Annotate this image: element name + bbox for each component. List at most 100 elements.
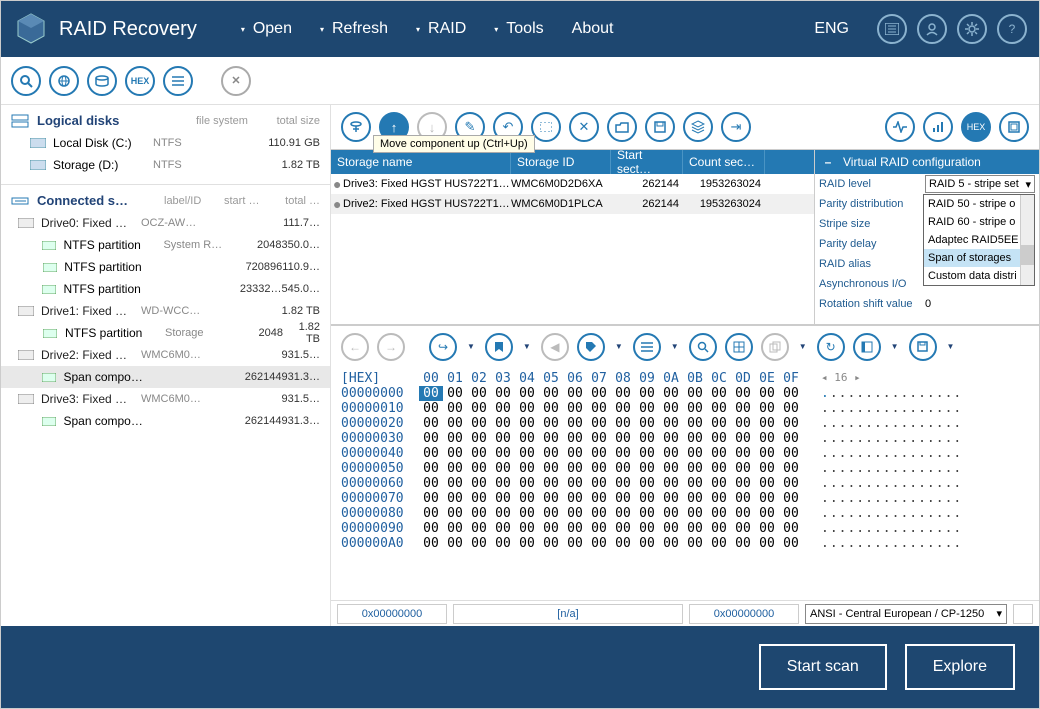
globe-icon[interactable] (49, 66, 79, 96)
dropdown-option[interactable]: Custom data distri (924, 267, 1034, 285)
close-icon[interactable]: ✕ (221, 66, 251, 96)
col-storage-name[interactable]: Storage name (331, 150, 511, 174)
partition-row[interactable]: NTFS partition23332…545.0… (1, 278, 330, 300)
drop-icon[interactable]: ▼ (521, 342, 533, 351)
save-icon[interactable] (645, 112, 675, 142)
hex-col[interactable]: 0C (707, 371, 731, 386)
hex-line[interactable]: 0000009000000000000000000000000000000000… (341, 521, 1029, 536)
hex-col[interactable]: 02 (467, 371, 491, 386)
help-icon[interactable]: ? (997, 14, 1027, 44)
storage-icon[interactable] (87, 66, 117, 96)
hex-col[interactable]: 0F (779, 371, 803, 386)
back-icon[interactable]: ← (341, 333, 369, 361)
hex-col[interactable]: 08 (611, 371, 635, 386)
drive-row[interactable]: Drive1: Fixed …WD-WCC…1.82 TB (1, 300, 330, 322)
hex-line[interactable]: 0000003000000000000000000000000000000000… (341, 431, 1029, 446)
hex-col[interactable]: 00 (419, 371, 443, 386)
hex-col[interactable]: 0A (659, 371, 683, 386)
activity-icon[interactable] (885, 112, 915, 142)
drive-row[interactable]: Drive2: Fixed …WMC6M0…931.5… (1, 344, 330, 366)
partition-row[interactable]: Span compo…262144931.3… (1, 366, 330, 388)
col-start-sector[interactable]: Start sect… (611, 150, 683, 174)
menu-tools[interactable]: ▾Tools (494, 20, 543, 38)
drop-icon[interactable]: ▼ (613, 342, 625, 351)
tag-icon[interactable] (577, 333, 605, 361)
hex-line[interactable]: 0000000000000000000000000000000000000000… (341, 386, 1029, 401)
logical-disk-row[interactable]: Storage (D:)NTFS1.82 TB (1, 154, 330, 176)
hex-extra-button[interactable] (1013, 604, 1033, 624)
menu-refresh[interactable]: ▾Refresh (320, 20, 388, 38)
dropdown-option[interactable]: Span of storages (924, 249, 1034, 267)
panel-icon[interactable] (877, 14, 907, 44)
forward-icon[interactable]: → (377, 333, 405, 361)
col-storage-id[interactable]: Storage ID (511, 150, 611, 174)
partition-row[interactable]: NTFS partitionSystem R…2048350.0… (1, 234, 330, 256)
storage-row[interactable]: ●Drive2: Fixed HGST HUS722T1…WMC6M0D1PLC… (331, 194, 814, 214)
hex-col[interactable]: 01 (443, 371, 467, 386)
layers-icon[interactable] (683, 112, 713, 142)
hex-col[interactable]: 05 (539, 371, 563, 386)
hex-col[interactable]: 0E (755, 371, 779, 386)
hex-width-control[interactable]: ◂ 16 ▸ (821, 371, 861, 386)
reload-icon[interactable]: ↻ (817, 333, 845, 361)
hex-col[interactable]: 07 (587, 371, 611, 386)
hex-viewer[interactable]: [HEX] 000102030405060708090A0B0C0D0E0F ◂… (331, 367, 1039, 600)
bookmark-icon[interactable] (485, 333, 513, 361)
drive-row[interactable]: Drive0: Fixed …OCZ-AW…111.7… (1, 212, 330, 234)
menu-about[interactable]: About (572, 20, 614, 38)
chart-icon[interactable] (923, 112, 953, 142)
raid-level-dropdown[interactable]: RAID 5 - stripe set▾ (925, 175, 1035, 193)
add-storage-icon[interactable] (341, 112, 371, 142)
placeholder-icon[interactable] (531, 112, 561, 142)
raid-level-dropdown-list[interactable]: RAID 50 - stripe oRAID 60 - stripe oAdap… (923, 194, 1035, 286)
logical-disk-row[interactable]: Local Disk (C:)NTFS110.91 GB (1, 132, 330, 154)
hex-offset2-field[interactable]: 0x00000000 (689, 604, 799, 624)
dropdown-option[interactable]: Adaptec RAID5EE (924, 231, 1034, 249)
start-scan-button[interactable]: Start scan (759, 644, 887, 690)
partition-row[interactable]: NTFS partitionStorage20481.82 TB (1, 322, 330, 344)
dropdown-scrollbar[interactable] (1020, 195, 1034, 285)
hex-col[interactable]: 09 (635, 371, 659, 386)
expand-icon[interactable] (999, 112, 1029, 142)
grid-icon[interactable] (725, 333, 753, 361)
dropdown-option[interactable]: RAID 60 - stripe o (924, 213, 1034, 231)
user-icon[interactable] (917, 14, 947, 44)
hex-col[interactable]: 03 (491, 371, 515, 386)
drop-icon[interactable]: ▼ (797, 342, 809, 351)
dropdown-option[interactable]: RAID 50 - stripe o (924, 195, 1034, 213)
partition-row[interactable]: NTFS partition720896110.9… (1, 256, 330, 278)
drop-icon[interactable]: ▼ (889, 342, 901, 351)
hex-line[interactable]: 0000005000000000000000000000000000000000… (341, 461, 1029, 476)
hex-col[interactable]: 04 (515, 371, 539, 386)
drive-row[interactable]: Drive3: Fixed …WMC6M0…931.5… (1, 388, 330, 410)
list-icon[interactable] (163, 66, 193, 96)
encoding-dropdown[interactable]: ANSI - Central European / CP-1250▾ (805, 604, 1007, 624)
hex-line[interactable]: 0000008000000000000000000000000000000000… (341, 506, 1029, 521)
hex-line[interactable]: 000000A000000000000000000000000000000000… (341, 536, 1029, 551)
copy-icon[interactable] (761, 333, 789, 361)
hex-line[interactable]: 0000001000000000000000000000000000000000… (341, 401, 1029, 416)
drop-icon[interactable]: ▼ (945, 342, 957, 351)
open-icon[interactable] (607, 112, 637, 142)
hex-line[interactable]: 0000002000000000000000000000000000000000… (341, 416, 1029, 431)
lines-icon[interactable] (633, 333, 661, 361)
explore-button[interactable]: Explore (905, 644, 1015, 690)
drop-icon[interactable]: ▼ (465, 342, 477, 351)
prev-result-icon[interactable]: ◀ (541, 333, 569, 361)
hex-line[interactable]: 0000007000000000000000000000000000000000… (341, 491, 1029, 506)
remove-icon[interactable]: ✕ (569, 112, 599, 142)
scan-icon[interactable] (11, 66, 41, 96)
search-hex-icon[interactable] (689, 333, 717, 361)
hex-col[interactable]: 0D (731, 371, 755, 386)
hex-view-icon[interactable]: HEX (961, 112, 991, 142)
hex-offset-field[interactable]: 0x00000000 (337, 604, 447, 624)
collapse-icon[interactable]: – (821, 155, 835, 169)
language-selector[interactable]: ENG (814, 20, 849, 38)
hex-col[interactable]: 06 (563, 371, 587, 386)
hex-line[interactable]: 0000004000000000000000000000000000000000… (341, 446, 1029, 461)
goto-icon[interactable]: ↪ (429, 333, 457, 361)
storage-row[interactable]: ●Drive3: Fixed HGST HUS722T1…WMC6M0D2D6X… (331, 174, 814, 194)
hex-line[interactable]: 0000006000000000000000000000000000000000… (341, 476, 1029, 491)
columns-icon[interactable] (853, 333, 881, 361)
partition-row[interactable]: Span compo…262144931.3… (1, 410, 330, 432)
